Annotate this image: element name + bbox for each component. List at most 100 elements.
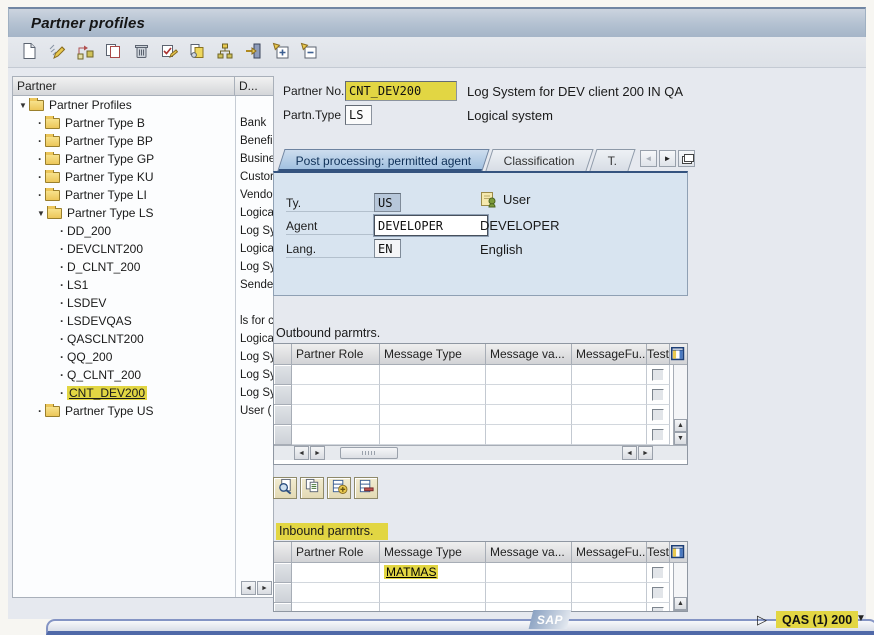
column-header-message-va-[interactable]: Message va... [486, 542, 572, 562]
hscroll-left-button[interactable]: ◄ [294, 446, 309, 460]
tree-item-d-clnt-200[interactable]: ·D_CLNT_200Log Sy [13, 258, 273, 276]
table-cell[interactable] [380, 583, 486, 603]
column-header-test[interactable]: Test [647, 542, 670, 562]
tree-item-lsdevqas[interactable]: ·LSDEVQASls for c [13, 312, 273, 330]
expander-icon[interactable]: ▼ [35, 209, 47, 218]
tree-item-qasclnt200[interactable]: ·QASCLNT200Logica [13, 330, 273, 348]
hscroll-thumb[interactable] [340, 447, 398, 459]
column-header-message-va-[interactable]: Message va... [486, 344, 572, 364]
tree-item-ls1[interactable]: ·LS1Sende [13, 276, 273, 294]
tab-classification[interactable]: Classification [486, 149, 594, 171]
tab-t-[interactable]: T. [590, 149, 636, 171]
tab-overview-button[interactable] [678, 150, 695, 167]
tree-column-partner[interactable]: Partner [13, 77, 235, 95]
tree-item-partner-type-li[interactable]: ·Partner Type LIVendo [13, 186, 273, 204]
column-header-partner-role[interactable]: Partner Role [292, 344, 380, 364]
status-expand-icon[interactable]: ▷ [757, 612, 767, 628]
column-header-message-type[interactable]: Message Type [380, 542, 486, 562]
language-field[interactable]: EN [374, 239, 401, 258]
scroll-up-button[interactable]: ▲ [674, 419, 687, 432]
row-selector[interactable] [274, 365, 292, 385]
table-cell[interactable] [292, 385, 380, 405]
tree-item-devclnt200[interactable]: ·DEVCLNT200Logica [13, 240, 273, 258]
test-checkbox[interactable] [652, 607, 664, 613]
copy-button[interactable] [100, 40, 126, 64]
system-session-badge[interactable]: QAS (1) 200 [776, 611, 858, 628]
tree-item-dd-200[interactable]: ·DD_200Log Sy [13, 222, 273, 240]
display-button[interactable] [273, 477, 297, 499]
tree-scroll-right-button[interactable]: ► [257, 581, 272, 595]
column-header-partner-role[interactable]: Partner Role [292, 542, 380, 562]
hscroll-left-button-2[interactable]: ◄ [622, 446, 637, 460]
system-dropdown-icon[interactable]: ▼ [856, 613, 866, 624]
row-selector[interactable] [274, 603, 292, 612]
select-all-cell[interactable] [274, 344, 292, 364]
table-cell[interactable] [292, 563, 380, 583]
table-cell[interactable] [292, 425, 380, 445]
delete-row-button[interactable] [354, 477, 378, 499]
test-checkbox[interactable] [652, 369, 664, 381]
table-config-button[interactable] [670, 344, 686, 364]
tree-item-cnt-dev200[interactable]: ·CNT_DEV200Log Sy [13, 384, 273, 402]
table-cell[interactable] [572, 385, 647, 405]
scroll-down-button[interactable]: ▼ [674, 432, 687, 445]
tree-item-partner-type-gp[interactable]: ·Partner Type GPBusine [13, 150, 273, 168]
insert-row-button[interactable] [327, 477, 351, 499]
hold-data-button[interactable] [184, 40, 210, 64]
table-cell[interactable] [572, 425, 647, 445]
expand-all-button[interactable] [268, 40, 294, 64]
table-cell[interactable] [292, 365, 380, 385]
table-cell[interactable] [572, 603, 647, 612]
row-selector[interactable] [274, 425, 292, 445]
delete-button[interactable] [128, 40, 154, 64]
row-selector[interactable] [274, 583, 292, 603]
table-hscrollbar[interactable]: ◄►◄► [274, 445, 687, 460]
expander-icon[interactable]: ▼ [17, 101, 29, 110]
tree-item-partner-type-bp[interactable]: ·Partner Type BPBenefi [13, 132, 273, 150]
table-cell[interactable] [486, 583, 572, 603]
hierarchy-button[interactable] [212, 40, 238, 64]
table-config-button[interactable] [670, 542, 686, 562]
tree-item-partner-type-b[interactable]: ·Partner Type BBank [13, 114, 273, 132]
table-cell[interactable] [380, 365, 486, 385]
hscroll-right-button-2[interactable]: ► [638, 446, 653, 460]
column-header-message-type[interactable]: Message Type [380, 344, 486, 364]
partner-no-field[interactable]: CNT_DEV200 [345, 81, 457, 101]
table-cell[interactable] [292, 405, 380, 425]
tree-item-partner-type-ls[interactable]: ▼Partner Type LSLogica [13, 204, 273, 222]
tree-item-partner-profiles[interactable]: ▼Partner Profiles [13, 96, 273, 114]
row-selector[interactable] [274, 385, 292, 405]
column-header-messagefu-[interactable]: MessageFu... [572, 542, 647, 562]
table-cell[interactable] [486, 563, 572, 583]
table-cell[interactable] [486, 365, 572, 385]
create-button[interactable] [16, 40, 42, 64]
table-vscrollbar[interactable]: ▲▼ [673, 365, 687, 445]
table-cell[interactable] [486, 425, 572, 445]
table-cell[interactable] [380, 425, 486, 445]
test-checkbox[interactable] [652, 567, 664, 579]
tree-item-partner-type-ku[interactable]: ·Partner Type KUCustor [13, 168, 273, 186]
row-selector[interactable] [274, 405, 292, 425]
partner-type-field[interactable]: LS [345, 105, 372, 125]
scroll-up-button[interactable]: ▲ [674, 597, 687, 610]
create-with-template-button[interactable] [72, 40, 98, 64]
tree-item-qq-200[interactable]: ·QQ_200Log Sy [13, 348, 273, 366]
table-cell[interactable] [486, 405, 572, 425]
table-cell[interactable] [380, 385, 486, 405]
table-cell[interactable] [572, 365, 647, 385]
test-checkbox[interactable] [652, 429, 664, 441]
assign-agent-button[interactable] [240, 40, 266, 64]
test-checkbox[interactable] [652, 409, 664, 421]
tab-scroll-left-button[interactable]: ◄ [640, 150, 657, 167]
agent-field[interactable]: DEVELOPER [374, 215, 488, 236]
tree-item-lsdev[interactable]: ·LSDEV [13, 294, 273, 312]
tree-column-description[interactable]: D... [235, 77, 262, 95]
agent-type-field[interactable]: US [374, 193, 401, 212]
tab-scroll-right-button[interactable]: ► [659, 150, 676, 167]
table-cell[interactable] [572, 563, 647, 583]
table-cell[interactable] [292, 603, 380, 612]
table-cell[interactable] [486, 385, 572, 405]
row-selector[interactable] [274, 563, 292, 583]
column-header-test[interactable]: Test [647, 344, 670, 364]
test-checkbox[interactable] [652, 389, 664, 401]
